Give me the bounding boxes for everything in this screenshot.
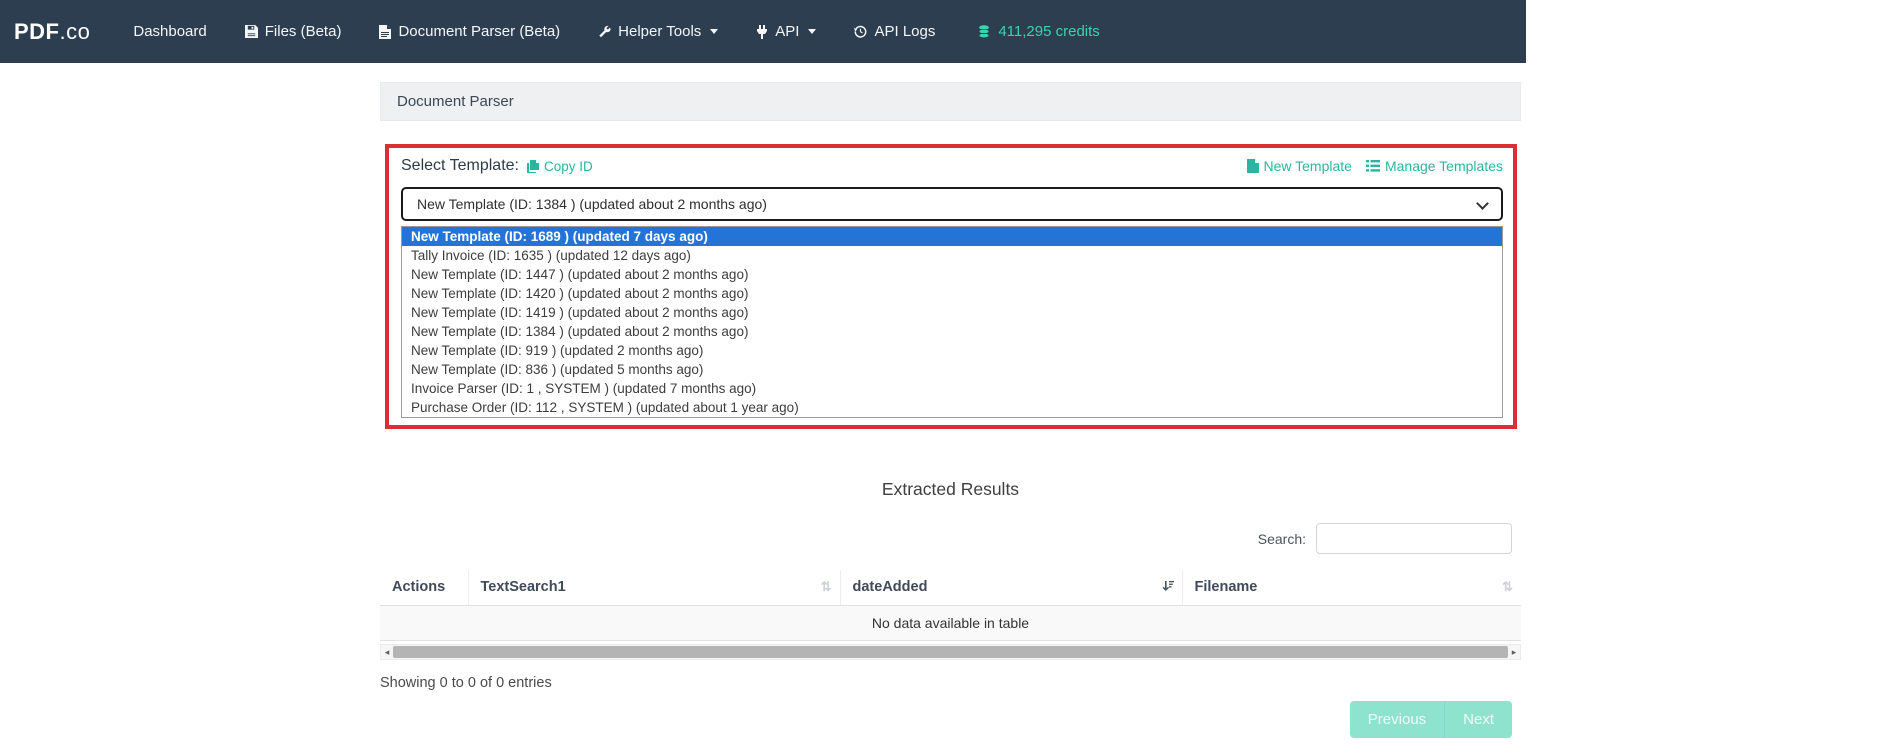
history-icon [854, 25, 867, 38]
nav-label-document-parser: Document Parser (Beta) [398, 23, 560, 40]
save-icon [245, 25, 258, 38]
column-header-textsearch1[interactable]: TextSearch1 ⇅ [468, 570, 840, 606]
search-bar: Search: [380, 523, 1521, 554]
template-option[interactable]: New Template (ID: 1420 ) (updated about … [402, 284, 1502, 303]
template-option[interactable]: Invoice Parser (ID: 1 , SYSTEM ) (update… [402, 379, 1502, 398]
panel-body: Select Template: Copy ID New Template [380, 144, 1521, 753]
brand-logo-suffix: .co [60, 19, 91, 44]
manage-templates-label: Manage Templates [1385, 158, 1503, 174]
horizontal-scrollbar[interactable]: ◂ ▸ [380, 644, 1521, 660]
template-dropdown-list: New Template (ID: 1689 ) (updated 7 days… [401, 226, 1503, 418]
template-option[interactable]: New Template (ID: 1384 ) (updated about … [402, 322, 1502, 341]
coins-icon [977, 25, 991, 39]
column-header-filename[interactable]: Filename ⇅ [1182, 570, 1521, 606]
credits-badge[interactable]: 411,295 credits [958, 0, 1118, 63]
file-icon [379, 25, 391, 39]
chevron-down-icon [710, 29, 718, 34]
sort-desc-icon [1162, 579, 1174, 594]
template-option[interactable]: New Template (ID: 1447 ) (updated about … [402, 265, 1502, 284]
scroll-left-icon[interactable]: ◂ [381, 645, 393, 659]
template-option[interactable]: New Template (ID: 836 ) (updated 5 month… [402, 360, 1502, 379]
copy-id-label: Copy ID [544, 159, 593, 174]
nav-label-api: API [775, 23, 799, 40]
plug-icon [756, 25, 768, 39]
credits-label: 411,295 credits [998, 23, 1099, 40]
page-title: Document Parser [380, 82, 1521, 121]
sort-both-icon: ⇅ [1502, 579, 1513, 595]
template-option[interactable]: New Template (ID: 1419 ) (updated about … [402, 303, 1502, 322]
navbar: PDF.co Dashboard Files (Beta) Document P… [0, 0, 1526, 63]
showing-entries-status: Showing 0 to 0 of 0 entries [380, 675, 1521, 691]
new-template-label: New Template [1264, 158, 1352, 174]
file-icon [1247, 159, 1259, 173]
column-header-dateadded[interactable]: dateAdded [840, 570, 1182, 606]
template-option[interactable]: New Template (ID: 919 ) (updated 2 month… [402, 341, 1502, 360]
template-select[interactable]: New Template (ID: 1384 ) (updated about … [401, 187, 1503, 221]
sort-both-icon: ⇅ [821, 579, 832, 595]
previous-button[interactable]: Previous [1350, 701, 1445, 738]
template-toolbar: Select Template: Copy ID New Template [401, 157, 1503, 175]
scroll-right-icon[interactable]: ▸ [1508, 645, 1520, 659]
column-label: TextSearch1 [481, 579, 566, 595]
nav-item-files[interactable]: Files (Beta) [226, 0, 361, 63]
manage-templates-link[interactable]: Manage Templates [1366, 158, 1503, 174]
nav-label-dashboard: Dashboard [133, 23, 206, 40]
chevron-down-icon [808, 29, 816, 34]
nav-item-helper-tools[interactable]: Helper Tools [579, 0, 737, 63]
empty-table-message: No data available in table [380, 606, 1521, 641]
annotation-red-box: Select Template: Copy ID New Template [385, 144, 1517, 429]
template-option[interactable]: Tally Invoice (ID: 1635 ) (updated 12 da… [402, 246, 1502, 265]
wrench-icon [598, 25, 611, 38]
nav-label-files: Files (Beta) [265, 23, 342, 40]
copy-icon [527, 160, 539, 173]
extracted-results-title: Extracted Results [380, 479, 1521, 500]
nav-label-api-logs: API Logs [874, 23, 935, 40]
next-button[interactable]: Next [1445, 701, 1512, 738]
column-label: Filename [1195, 579, 1258, 595]
nav-item-api-logs[interactable]: API Logs [835, 0, 954, 63]
template-option[interactable]: New Template (ID: 1689 ) (updated 7 days… [402, 227, 1502, 246]
nav-item-api[interactable]: API [737, 0, 835, 63]
pagination: Previous Next [380, 701, 1521, 738]
chevron-down-icon [1476, 197, 1489, 210]
table-empty-row: No data available in table [380, 606, 1521, 641]
column-label: Actions [392, 579, 445, 595]
nav-item-document-parser[interactable]: Document Parser (Beta) [360, 0, 579, 63]
search-label: Search: [1258, 531, 1306, 547]
nav-label-helper-tools: Helper Tools [618, 23, 701, 40]
copy-id-link[interactable]: Copy ID [527, 159, 593, 174]
brand-logo[interactable]: PDF.co [0, 19, 114, 45]
brand-logo-bold: PDF [14, 19, 60, 44]
new-template-link[interactable]: New Template [1247, 158, 1352, 174]
select-template-label: Select Template: [401, 157, 519, 175]
search-input[interactable] [1316, 523, 1512, 554]
column-header-actions: Actions [380, 570, 468, 606]
column-label: dateAdded [853, 579, 928, 595]
scrollbar-thumb[interactable] [393, 646, 1508, 658]
template-select-value: New Template (ID: 1384 ) (updated about … [417, 196, 767, 212]
list-icon [1366, 160, 1380, 172]
document-parser-page: Document Parser Select Template: Copy ID [380, 82, 1521, 753]
results-table: Actions TextSearch1 ⇅ dateAdded Filename [380, 570, 1521, 641]
nav-item-dashboard[interactable]: Dashboard [114, 0, 225, 63]
template-option[interactable]: Purchase Order (ID: 112 , SYSTEM ) (upda… [402, 398, 1502, 417]
table-header-row: Actions TextSearch1 ⇅ dateAdded Filename [380, 570, 1521, 606]
